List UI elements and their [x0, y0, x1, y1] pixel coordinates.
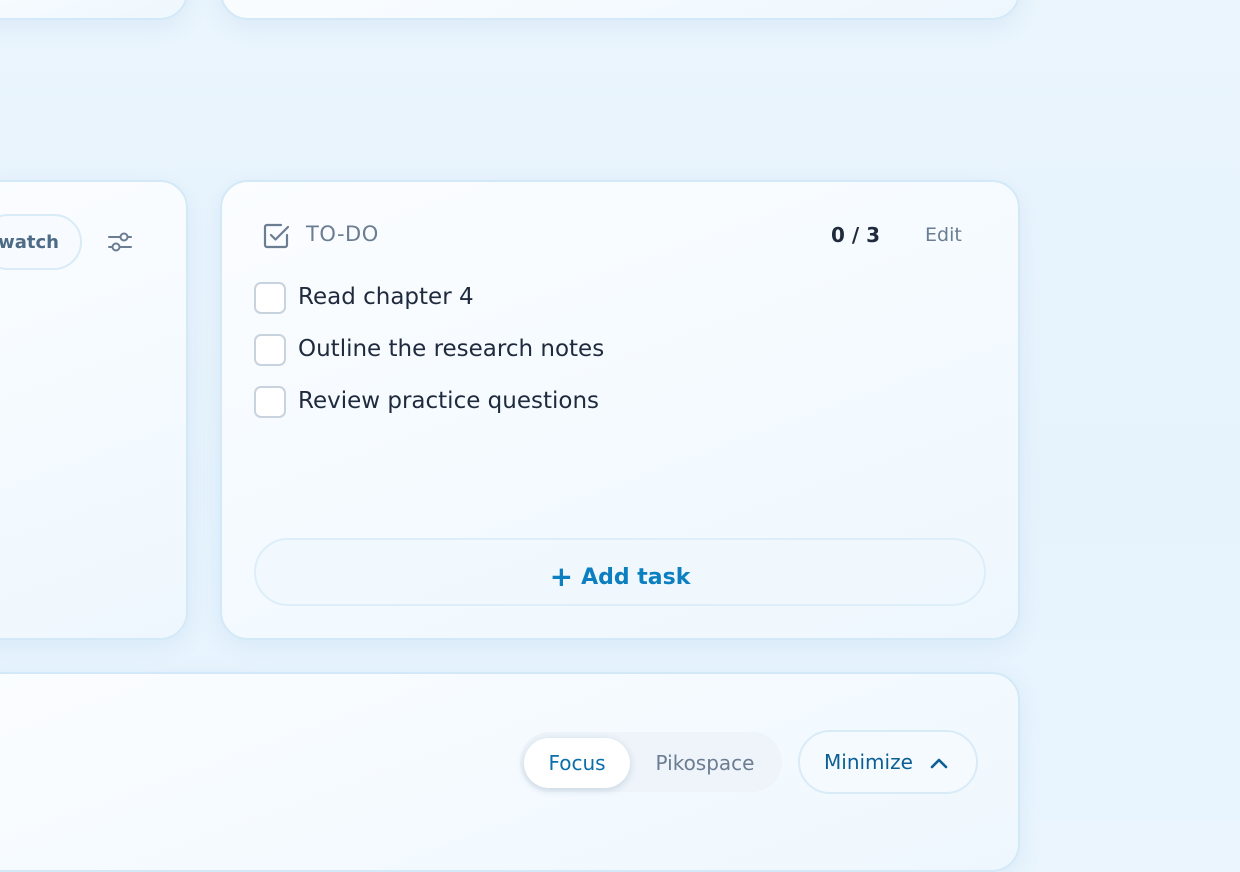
add-task-label: Add task	[581, 565, 691, 590]
task-item: Read chapter 4	[254, 282, 974, 316]
mode-pikospace-tab[interactable]: Pikospace	[640, 738, 770, 788]
task-label: Read chapter 4	[298, 284, 474, 310]
task-label: Review practice questions	[298, 388, 600, 414]
todo-progress-count: 0 / 3	[831, 223, 881, 247]
task-item: Outline the research notes	[254, 334, 974, 368]
add-task-button[interactable]: + Add task	[254, 538, 986, 606]
sliders-icon[interactable]	[106, 229, 134, 255]
edit-button[interactable]: Edit	[925, 224, 962, 246]
mode-toggle: Focus Pikospace	[520, 732, 782, 792]
task-item: Review practice questions	[254, 386, 974, 420]
chevron-up-icon	[930, 758, 948, 769]
task-checkbox[interactable]	[254, 282, 286, 314]
stopwatch-tab[interactable]: Stopwatch	[0, 214, 82, 270]
mode-focus-tab[interactable]: Focus	[524, 738, 630, 788]
minimize-button[interactable]: Minimize	[798, 730, 978, 794]
stopwatch-label: Stopwatch	[0, 232, 59, 253]
plus-icon: +	[549, 560, 574, 593]
minimize-label: Minimize	[824, 750, 913, 774]
task-checkbox[interactable]	[254, 334, 286, 366]
task-label: Outline the research notes	[298, 336, 605, 362]
top-right-card	[220, 0, 1020, 20]
todo-title: TO-DO	[306, 222, 379, 246]
task-checkbox[interactable]	[254, 386, 286, 418]
checkbox-check-icon	[263, 223, 290, 249]
top-left-card	[0, 0, 188, 20]
